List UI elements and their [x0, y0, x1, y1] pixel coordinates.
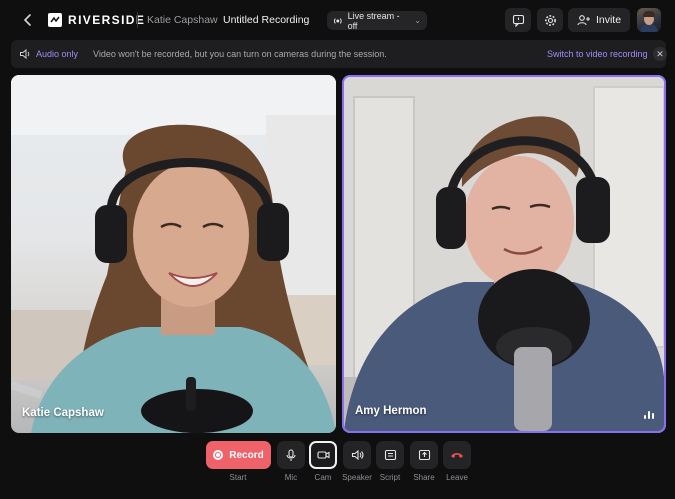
- audio-only-banner: Audio only Video won't be recorded, but …: [11, 40, 667, 68]
- riverside-logo-icon: [48, 13, 62, 27]
- record-icon: [213, 450, 224, 460]
- record-button[interactable]: Record: [206, 441, 271, 469]
- recording-title[interactable]: Untitled Recording: [223, 14, 309, 26]
- participant-video: [11, 75, 336, 433]
- chat-icon: [512, 14, 524, 27]
- participant-name: Amy Hermon: [355, 405, 427, 417]
- gear-icon: [544, 14, 556, 26]
- live-stream-label: Live stream - off: [347, 10, 400, 31]
- camera-icon: [316, 451, 330, 459]
- participant-video: [344, 77, 664, 431]
- speaker-button[interactable]: [343, 441, 371, 469]
- riverside-logo[interactable]: RIVERSIDE: [48, 13, 145, 27]
- switch-to-video-link[interactable]: Switch to video recording: [547, 49, 648, 59]
- live-stream-icon: [333, 17, 342, 24]
- leave-button[interactable]: [443, 441, 471, 469]
- speaker-icon: [20, 48, 30, 60]
- invite-label: Invite: [595, 14, 622, 26]
- video-tile-katie[interactable]: Katie Capshaw: [11, 75, 336, 433]
- user-avatar[interactable]: [637, 8, 661, 32]
- record-label: Record: [229, 449, 264, 461]
- top-bar: RIVERSIDE Katie Capshaw Untitled Recordi…: [0, 0, 675, 40]
- script-button[interactable]: [376, 441, 404, 469]
- add-user-icon: [577, 15, 590, 26]
- settings-button[interactable]: [537, 8, 563, 32]
- chat-button[interactable]: [505, 8, 531, 32]
- mic-button[interactable]: [277, 441, 305, 469]
- live-stream-dropdown[interactable]: Live stream - off ⌄: [327, 10, 427, 31]
- share-button[interactable]: [410, 441, 438, 469]
- video-tile-amy[interactable]: Amy Hermon: [342, 75, 666, 433]
- host-name: Katie Capshaw: [147, 14, 218, 26]
- speaking-indicator-icon: [644, 411, 654, 419]
- back-arrow-icon[interactable]: [20, 12, 36, 28]
- cam-button[interactable]: [309, 441, 337, 469]
- participant-name: Katie Capshaw: [22, 407, 104, 419]
- speaker-icon: [351, 449, 363, 461]
- brand-name: RIVERSIDE: [68, 13, 146, 27]
- close-icon[interactable]: ✕: [653, 47, 667, 61]
- start-label: Start: [229, 473, 247, 482]
- audio-only-label: Audio only: [36, 49, 79, 59]
- chevron-down-icon: ⌄: [414, 16, 421, 25]
- microphone-icon: [286, 448, 296, 461]
- script-icon: [384, 449, 396, 461]
- divider: [137, 12, 138, 28]
- leave-label: Leave: [446, 473, 468, 482]
- invite-button[interactable]: Invite: [568, 8, 630, 32]
- hang-up-icon: [451, 453, 463, 458]
- banner-message: Video won't be recorded, but you can tur…: [93, 49, 387, 59]
- share-screen-icon: [418, 449, 430, 461]
